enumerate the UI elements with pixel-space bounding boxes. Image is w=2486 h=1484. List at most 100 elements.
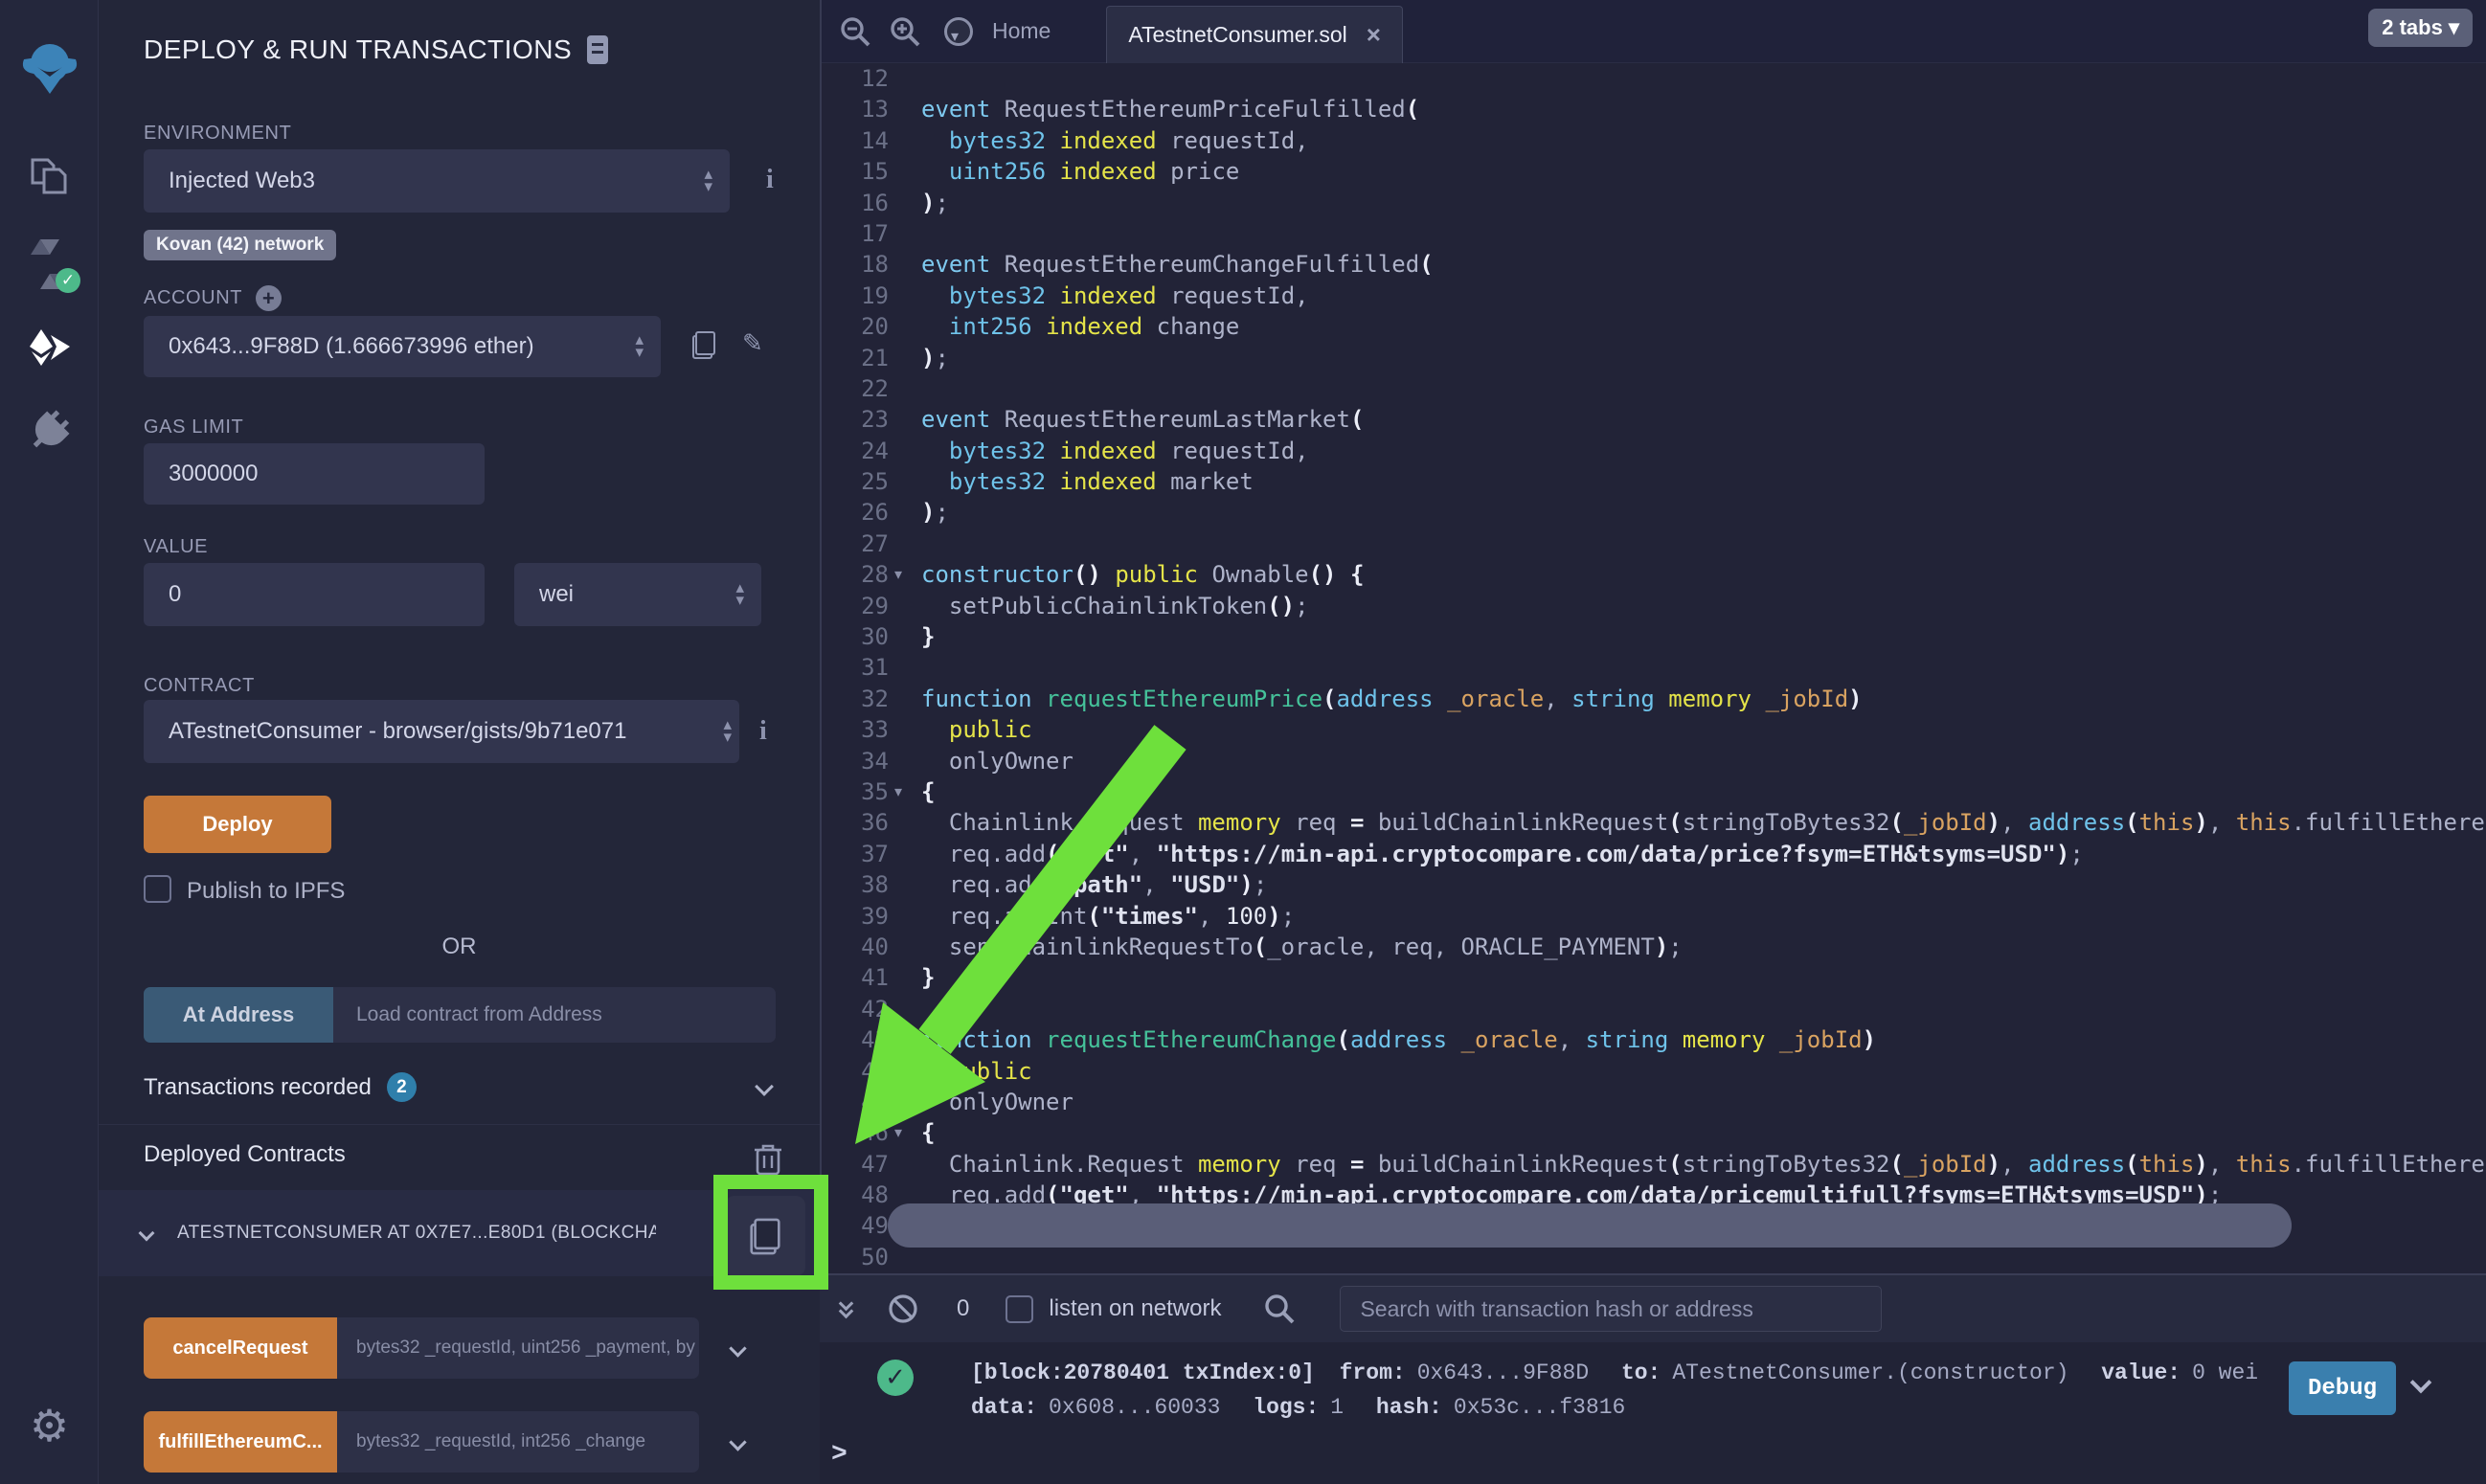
globe-icon[interactable] xyxy=(944,17,973,46)
listen-network-label: listen on network xyxy=(1049,1295,1221,1322)
publish-ipfs-label: Publish to IPFS xyxy=(187,878,345,905)
code-line: 47 Chainlink.Request memory req = buildC… xyxy=(822,1149,2486,1180)
terminal-prompt[interactable]: > xyxy=(831,1440,848,1470)
environment-info-icon[interactable]: i xyxy=(766,165,774,195)
sign-message-icon[interactable]: ✎ xyxy=(742,329,763,358)
value-label: VALUE xyxy=(144,536,208,558)
tabs-count-button[interactable]: 2 tabs ▾ xyxy=(2368,9,2473,47)
code-line: 20 int256 indexed change xyxy=(822,311,2486,342)
at-address-row: At Address xyxy=(144,987,776,1043)
code-line: 38 req.add("path", "USD"); xyxy=(822,869,2486,900)
code-line: 32function requestEthereumPrice(address … xyxy=(822,684,2486,714)
trash-icon[interactable] xyxy=(753,1141,783,1176)
file-explorer-icon[interactable] xyxy=(0,156,99,196)
icon-rail: ✓ ⚙ xyxy=(0,0,99,1484)
code-area[interactable]: 1213event RequestEthereumPriceFulfilled(… xyxy=(822,63,2486,1273)
deploy-run-icon[interactable] xyxy=(0,327,99,368)
terminal: 0 listen on network ✓ [block:20780401 tx… xyxy=(820,1273,2486,1484)
publish-ipfs-checkbox[interactable] xyxy=(144,875,171,903)
code-line: 41} xyxy=(822,962,2486,993)
log-line-2: data:0x608...60033 logs:1 hash:0x53c...f… xyxy=(971,1390,2277,1425)
value-input[interactable]: 0 xyxy=(144,563,485,626)
tx-success-icon: ✓ xyxy=(877,1360,914,1396)
transaction-log[interactable]: [block:20780401 txIndex:0] from:0x643...… xyxy=(971,1356,2277,1425)
remix-logo xyxy=(0,38,99,100)
close-tab-icon[interactable]: × xyxy=(1367,20,1381,50)
deploy-button[interactable]: Deploy xyxy=(144,796,331,853)
code-line: 43function requestEthereumChange(address… xyxy=(822,1024,2486,1055)
gas-limit-input[interactable]: 3000000 xyxy=(144,443,485,505)
gas-limit-label: GAS LIMIT xyxy=(144,416,243,438)
tab-active-file[interactable]: ATestnetConsumer.sol × xyxy=(1106,6,1403,63)
contract-info-icon[interactable]: i xyxy=(759,716,767,747)
function-row: cancelRequest xyxy=(144,1317,776,1379)
log-line-1: [block:20780401 txIndex:0] from:0x643...… xyxy=(971,1356,2277,1390)
code-line: 26); xyxy=(822,497,2486,528)
code-line: 29 setPublicChainlinkToken(); xyxy=(822,591,2486,621)
copy-account-icon[interactable] xyxy=(692,331,715,359)
code-line: 13event RequestEthereumPriceFulfilled( xyxy=(822,94,2486,124)
function-row: fulfillEthereumC... xyxy=(144,1411,776,1473)
code-editor: Home ATestnetConsumer.sol × 2 tabs ▾ 121… xyxy=(820,0,2486,1273)
transactions-count-badge: 2 xyxy=(387,1072,417,1102)
account-select[interactable]: 0x643...9F88D (1.666673996 ether) ▴▾ xyxy=(144,316,661,377)
fulfillEthereumChange-button[interactable]: fulfillEthereumC... xyxy=(144,1411,337,1473)
contract-select[interactable]: ATestnetConsumer - browser/gists/9b71e07… xyxy=(144,700,739,763)
code-line: 39 req.addInt("times", 100); xyxy=(822,901,2486,932)
code-line: 24 bytes32 indexed requestId, xyxy=(822,436,2486,466)
chevron-down-icon[interactable] xyxy=(729,1433,746,1450)
code-line: 34 onlyOwner xyxy=(822,746,2486,776)
code-line: 28▾constructor() public Ownable() { xyxy=(822,559,2486,590)
contract-label: CONTRACT xyxy=(144,675,255,697)
environment-select[interactable]: Injected Web3 ▴▾ xyxy=(144,149,730,213)
at-address-button[interactable]: At Address xyxy=(144,987,333,1043)
select-arrows-icon: ▴▾ xyxy=(704,169,712,193)
chevron-down-icon[interactable] xyxy=(729,1339,746,1357)
transactions-recorded-row[interactable]: Transactions recorded 2 xyxy=(144,1072,776,1102)
clear-console-icon[interactable] xyxy=(886,1292,920,1326)
code-line: 23event RequestEthereumLastMarket( xyxy=(822,404,2486,435)
code-line: 35▾{ xyxy=(822,776,2486,807)
cancelRequest-button[interactable]: cancelRequest xyxy=(144,1317,337,1379)
code-line: 12 xyxy=(822,63,2486,94)
solidity-compiler-icon[interactable]: ✓ xyxy=(0,237,99,291)
settings-gear-icon[interactable]: ⚙ xyxy=(0,1400,99,1451)
deployed-contract-label: ATESTNETCONSUMER AT 0X7E7...E80D1 (BLOCK… xyxy=(177,1223,656,1244)
code-line: 40 sendChainlinkRequestTo(_oracle, req, … xyxy=(822,932,2486,962)
fulfillEthereumChange-params-input[interactable] xyxy=(337,1411,699,1473)
code-line: 45 onlyOwner xyxy=(822,1087,2486,1117)
at-address-input[interactable] xyxy=(333,987,776,1043)
select-arrows-icon: ▴▾ xyxy=(735,582,744,607)
zoom-in-icon[interactable] xyxy=(889,15,921,48)
cancelRequest-params-input[interactable] xyxy=(337,1317,699,1379)
code-line: 30} xyxy=(822,621,2486,652)
copy-contract-address-button[interactable] xyxy=(725,1196,805,1276)
chevron-down-icon xyxy=(139,1225,155,1242)
code-line: 19 bytes32 indexed requestId, xyxy=(822,281,2486,311)
code-line: 37 req.add("get", "https://min-api.crypt… xyxy=(822,839,2486,869)
tab-home[interactable]: Home xyxy=(992,18,1051,44)
or-label: OR xyxy=(99,933,820,960)
terminal-toolbar: 0 listen on network xyxy=(820,1275,2486,1342)
horizontal-scrollbar[interactable] xyxy=(888,1203,2292,1248)
listen-network-checkbox[interactable] xyxy=(1006,1295,1033,1323)
compile-success-badge: ✓ xyxy=(56,268,80,293)
terminal-search-input[interactable] xyxy=(1340,1286,1882,1332)
add-account-icon[interactable]: + xyxy=(256,285,282,311)
documentation-icon[interactable] xyxy=(587,35,608,64)
code-line: 14 bytes32 indexed requestId, xyxy=(822,125,2486,156)
deployed-contract-header[interactable]: ATESTNETCONSUMER AT 0X7E7...E80D1 (BLOCK… xyxy=(99,1190,820,1276)
editor-tab-bar: Home ATestnetConsumer.sol × 2 tabs ▾ xyxy=(822,0,2486,63)
expand-log-icon[interactable] xyxy=(2413,1375,2429,1395)
code-line: 25 bytes32 indexed market xyxy=(822,466,2486,497)
code-line: 31 xyxy=(822,652,2486,683)
debug-button[interactable]: Debug xyxy=(2289,1361,2396,1415)
code-line: 18event RequestEthereumChangeFulfilled( xyxy=(822,249,2486,280)
expand-terminal-icon[interactable] xyxy=(841,1302,851,1316)
zoom-out-icon[interactable] xyxy=(839,15,871,48)
code-line: 17 xyxy=(822,218,2486,249)
plugin-manager-icon[interactable] xyxy=(0,410,99,452)
value-unit-select[interactable]: wei ▴▾ xyxy=(514,563,761,626)
panel-title: DEPLOY & RUN TRANSACTIONS xyxy=(144,34,608,65)
code-line: 16); xyxy=(822,188,2486,218)
